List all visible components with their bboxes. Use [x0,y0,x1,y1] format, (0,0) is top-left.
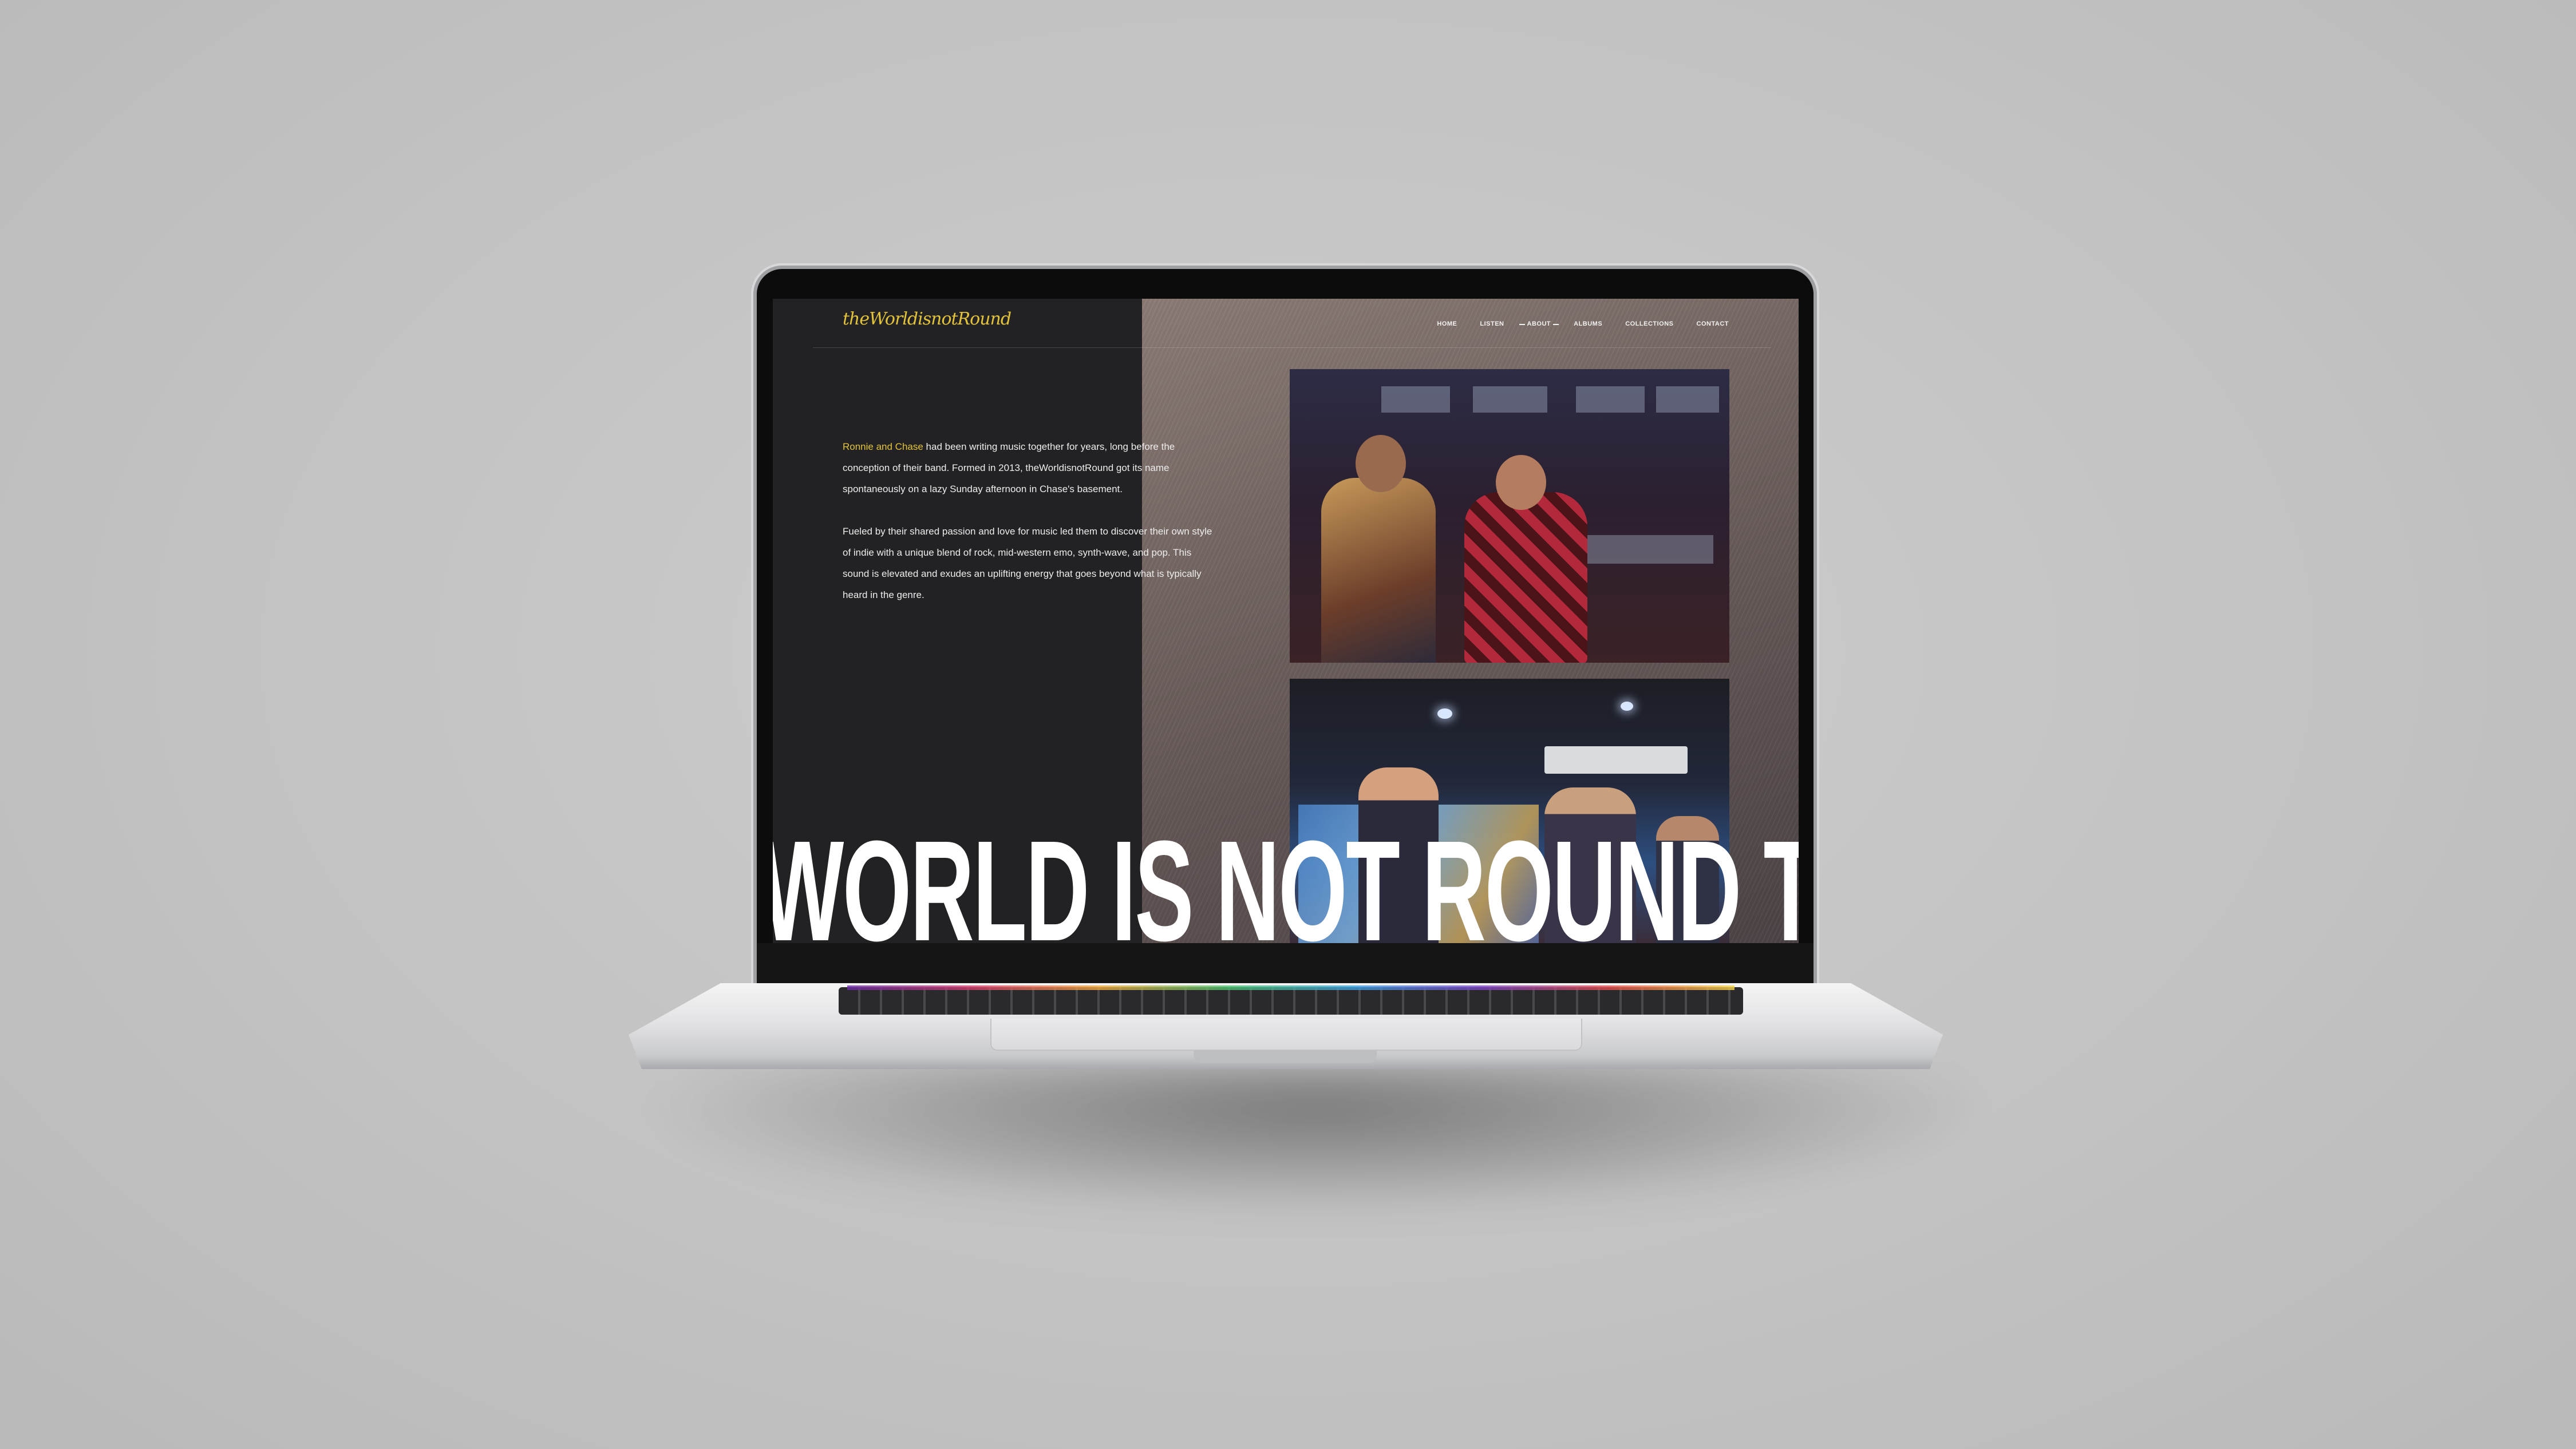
nav-item-contact[interactable]: CONTACT [1697,320,1729,327]
nav-item-about[interactable]: ABOUT [1519,320,1559,327]
laptop-touchbar [847,985,1735,990]
main-nav: HOME LISTEN ABOUT ALBUMS COLLECTIONS CON… [1437,320,1729,327]
band-duo-photo [1290,369,1729,663]
band-name-marquee: WORLD IS NOT ROUND THE [773,811,1799,944]
band-members-highlight: Ronnie and Chase [843,441,923,452]
about-copy: Ronnie and Chase had been writing music … [843,436,1220,627]
nav-item-albums[interactable]: ALBUMS [1574,320,1602,327]
site-logo[interactable]: theWorldisnotRound [843,309,1012,329]
about-paragraph-2: Fueled by their shared passion and love … [843,526,1212,600]
laptop-trackpad [990,1019,1582,1051]
laptop-lid-notch [1194,1051,1377,1063]
nav-item-collections[interactable]: COLLECTIONS [1625,320,1673,327]
screen-bottom-bezel [757,943,1814,990]
nav-item-listen[interactable]: LISTEN [1480,320,1504,327]
laptop-shadow [658,1064,1975,1213]
laptop-screen: theWorldisnotRound HOME LISTEN ABOUT ALB… [773,299,1799,943]
laptop-keyboard [839,987,1743,1015]
about-paragraph-1: Ronnie and Chase had been writing music … [843,436,1220,500]
header-divider [813,347,1771,348]
nav-item-home[interactable]: HOME [1437,320,1457,327]
